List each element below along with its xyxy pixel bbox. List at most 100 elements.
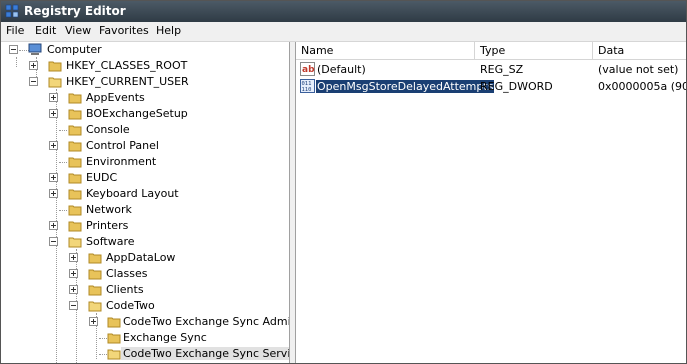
svg-text:ab: ab	[302, 65, 315, 75]
expand-icon[interactable]	[49, 173, 58, 182]
tree-node-computer[interactable]: Computer	[1, 42, 289, 58]
value-type: REG_DWORD	[480, 80, 553, 93]
folder-icon	[88, 285, 102, 296]
tree-node-boexchangesetup[interactable]: BOExchangeSetup	[1, 106, 289, 122]
tree-node-classes[interactable]: Classes	[1, 266, 289, 282]
column-label: Name	[301, 44, 334, 57]
folder-icon	[48, 61, 62, 72]
folder-open-icon	[107, 349, 121, 360]
folder-icon	[68, 109, 82, 120]
folder-icon	[68, 157, 82, 168]
window-title: Registry Editor	[24, 4, 126, 18]
folder-open-icon	[48, 77, 62, 88]
tree-node-hkcr[interactable]: HKEY_CLASSES_ROOT	[1, 58, 289, 74]
tree-label-hkcu: HKEY_CURRENT_USER	[66, 75, 189, 88]
column-header-type[interactable]: Type	[475, 42, 593, 60]
tree-label: AppEvents	[86, 91, 145, 104]
expand-icon[interactable]	[49, 189, 58, 198]
value-name: (Default)	[317, 63, 366, 76]
menu-edit[interactable]: Edit	[35, 24, 56, 37]
title-bar[interactable]: Registry Editor	[1, 1, 686, 22]
tree-node-network[interactable]: Network	[1, 202, 289, 218]
tree-label: Software	[86, 235, 135, 248]
tree-node-codetwo-exchange-sync-service[interactable]: CodeTwo Exchange Sync Service	[1, 346, 289, 362]
tree-label: Keyboard Layout	[86, 187, 179, 200]
menu-file[interactable]: File	[6, 24, 24, 37]
tree-label: CodeTwo	[106, 299, 155, 312]
tree-node-environment[interactable]: Environment	[1, 154, 289, 170]
key-tree[interactable]: Computer HKEY_CLASSES_ROOT HKEY_CURRENT_…	[1, 42, 290, 363]
tree-node-codetwo[interactable]: CodeTwo	[1, 298, 289, 314]
computer-icon	[28, 43, 42, 55]
binary-value-icon: 011 110	[300, 79, 315, 93]
folder-icon	[68, 189, 82, 200]
tree-node-printers[interactable]: Printers	[1, 218, 289, 234]
folder-icon	[107, 333, 121, 344]
column-header-data[interactable]: Data	[593, 42, 686, 60]
tree-label-computer: Computer	[47, 43, 102, 56]
folder-icon	[68, 93, 82, 104]
tree-node-control-panel[interactable]: Control Panel	[1, 138, 289, 154]
tree-label: BOExchangeSetup	[86, 107, 188, 120]
tree-label: Console	[86, 123, 130, 136]
folder-icon	[68, 173, 82, 184]
expand-icon[interactable]	[69, 285, 78, 294]
expand-icon[interactable]	[49, 221, 58, 230]
folder-icon	[68, 205, 82, 216]
folder-icon	[68, 141, 82, 152]
expand-icon[interactable]	[69, 253, 78, 262]
collapse-icon[interactable]	[69, 301, 78, 310]
column-header-name[interactable]: Name	[296, 42, 475, 60]
folder-icon	[68, 221, 82, 232]
column-label: Data	[598, 44, 625, 57]
expand-icon[interactable]	[69, 269, 78, 278]
menu-help[interactable]: Help	[156, 24, 181, 37]
value-name: OpenMsgStoreDelayedAttempts	[314, 79, 496, 94]
collapse-icon[interactable]	[9, 45, 18, 54]
collapse-icon[interactable]	[49, 237, 58, 246]
tree-node-software[interactable]: Software	[1, 234, 289, 250]
folder-icon	[88, 253, 102, 264]
tree-node-clients[interactable]: Clients	[1, 282, 289, 298]
tree-node-console[interactable]: Console	[1, 122, 289, 138]
expand-icon[interactable]	[29, 61, 38, 70]
folder-icon	[68, 125, 82, 136]
tree-node-codetwo-exchange-sync-admin[interactable]: CodeTwo Exchange Sync Admin	[1, 314, 289, 330]
expand-icon[interactable]	[49, 109, 58, 118]
expand-icon[interactable]	[89, 317, 98, 326]
regedit-icon	[5, 4, 19, 18]
list-row-selected[interactable]: 011 110 OpenMsgStoreDelayedAttempts REG_…	[296, 78, 686, 95]
tree-label: CodeTwo Exchange Sync Admin	[123, 315, 290, 328]
menu-bar: File Edit View Favorites Help	[1, 22, 686, 42]
tree-node-keyboard-layout[interactable]: Keyboard Layout	[1, 186, 289, 202]
folder-icon	[88, 269, 102, 280]
svg-text:110: 110	[302, 87, 312, 93]
expand-icon[interactable]	[49, 141, 58, 150]
collapse-icon[interactable]	[29, 77, 38, 86]
tree-node-appevents[interactable]: AppEvents	[1, 90, 289, 106]
tree-label: AppDataLow	[106, 251, 176, 264]
tree-label: Network	[86, 203, 132, 216]
list-row[interactable]: ab (Default) REG_SZ (value not set)	[296, 61, 686, 78]
tree-label-selected: CodeTwo Exchange Sync Service	[121, 347, 289, 360]
menu-view[interactable]: View	[65, 24, 91, 37]
tree-label: Printers	[86, 219, 129, 232]
folder-open-icon	[88, 301, 102, 312]
string-value-icon: ab	[300, 62, 315, 76]
tree-label: Control Panel	[86, 139, 159, 152]
expand-icon[interactable]	[49, 93, 58, 102]
tree-node-hkcu[interactable]: HKEY_CURRENT_USER	[1, 74, 289, 90]
registry-editor-window: Registry Editor File Edit View Favorites…	[0, 0, 687, 364]
column-label: Type	[480, 44, 506, 57]
tree-label: Exchange Sync	[123, 331, 207, 344]
menu-favorites[interactable]: Favorites	[99, 24, 149, 37]
tree-node-appdatalow[interactable]: AppDataLow	[1, 250, 289, 266]
value-data: (value not set)	[598, 63, 679, 76]
values-list[interactable]: Name Type Data ab (Default) REG_SZ (valu…	[296, 42, 686, 363]
tree-label: Classes	[106, 267, 148, 280]
folder-icon	[107, 317, 121, 328]
folder-open-icon	[68, 237, 82, 248]
tree-node-exchange-sync[interactable]: Exchange Sync	[1, 330, 289, 346]
value-type: REG_SZ	[480, 63, 524, 76]
tree-node-eudc[interactable]: EUDC	[1, 170, 289, 186]
